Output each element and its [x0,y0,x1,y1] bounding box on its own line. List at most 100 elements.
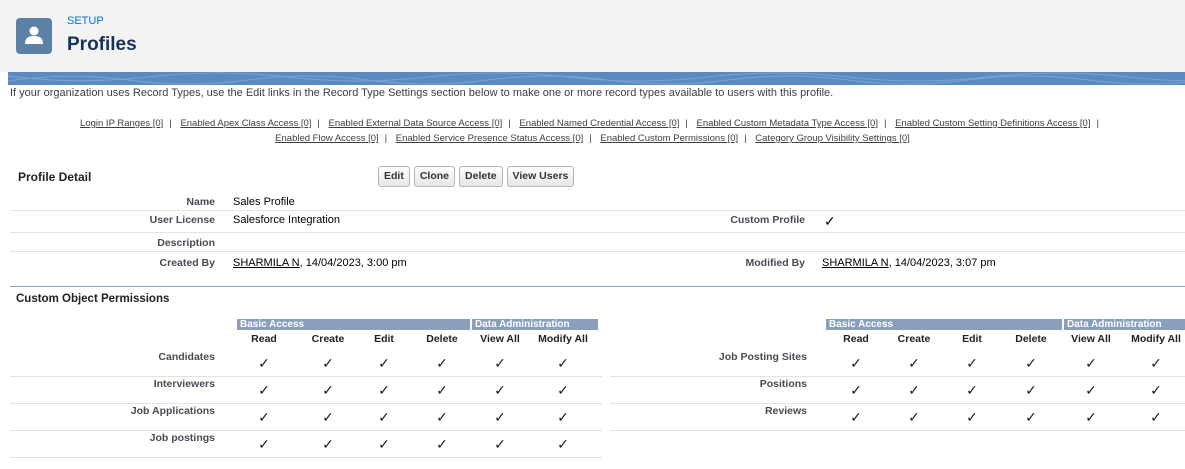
link-service-presence-status-access[interactable]: Enabled Service Presence Status Access [… [396,133,583,144]
row-divider [610,376,1185,377]
clone-button[interactable]: Clone [413,166,456,187]
object-row-label: Interviewers [153,378,215,390]
basic-access-header-left: Basic Access [237,319,470,330]
page-title: Profiles [67,34,137,55]
column-header-right: Create [897,333,931,345]
permission-checkmark-icon: ✓ [258,409,270,425]
permission-checkmark-icon: ✓ [850,382,862,398]
link-login-ip-ranges[interactable]: Login IP Ranges [0] [80,118,163,129]
permission-checkmark-icon: ✓ [436,382,448,398]
permission-checkmark-icon: ✓ [436,355,448,371]
object-row-label: Positions [759,378,807,390]
delete-button[interactable]: Delete [459,166,503,187]
permission-checkmark-icon: ✓ [1085,355,1097,371]
profile-detail-title: Profile Detail [18,170,92,184]
link-category-group-visibility[interactable]: Category Group Visibility Settings [0] [755,133,910,144]
link-flow-access[interactable]: Enabled Flow Access [0] [275,133,379,144]
permission-checkmark-icon: ✓ [322,355,334,371]
modified-by-date: , 14/04/2023, 3:07 pm [888,257,996,269]
column-header-left: Delete [426,333,458,345]
object-row-label: Job Posting Sites [718,351,807,363]
link-custom-metadata-type-access[interactable]: Enabled Custom Metadata Type Access [0] [697,118,878,129]
link-separator: | [169,118,172,129]
column-header-left: Edit [374,333,394,345]
record-types-info: If your organization uses Record Types, … [10,87,834,99]
permission-checkmark-icon: ✓ [557,436,569,452]
link-custom-permissions[interactable]: Enabled Custom Permissions [0] [600,133,738,144]
edit-button[interactable]: Edit [378,166,410,187]
object-row-label: Reviews [764,405,807,417]
row-divider [10,376,602,377]
link-separator: | [508,118,511,129]
permission-checkmark-icon: ✓ [1085,409,1097,425]
decorative-banner [8,72,1185,85]
created-by-value: SHARMILA N, 14/04/2023, 3:00 pm [233,257,407,269]
column-header-left: Create [311,333,345,345]
data-administration-header-left: Data Administration [472,319,598,330]
permission-checkmark-icon: ✓ [378,382,390,398]
permission-checkmark-icon: ✓ [557,382,569,398]
related-links-row-1: Login IP Ranges [0] | Enabled Apex Class … [0,118,1185,129]
object-row-label: Job Applications [130,405,215,417]
created-by-user-link[interactable]: SHARMILA N [233,257,300,269]
permission-checkmark-icon: ✓ [494,382,506,398]
custom-object-permissions-title: Custom Object Permissions [16,293,170,305]
permission-checkmark-icon: ✓ [1150,409,1162,425]
related-links-row-2: Enabled Flow Access [0] | Enabled Service… [0,133,1185,144]
permission-checkmark-icon: ✓ [494,409,506,425]
link-separator: | [589,133,592,144]
permission-checkmark-icon: ✓ [1025,409,1037,425]
created-by-label: Created By [159,257,215,269]
setup-breadcrumb[interactable]: SETUP [67,15,104,27]
custom-profile-checkmark-icon: ✓ [824,213,836,229]
link-separator: | [883,118,887,129]
column-header-right: Edit [962,333,982,345]
column-header-left: Modify All [538,333,588,345]
link-separator: | [1096,118,1099,129]
permission-checkmark-icon: ✓ [258,436,270,452]
permission-checkmark-icon: ✓ [436,409,448,425]
permission-checkmark-icon: ✓ [494,436,506,452]
description-label: Description [157,237,215,249]
custom-profile-label: Custom Profile [730,214,805,226]
column-header-right: View All [1071,333,1111,345]
column-header-left: View All [480,333,520,345]
name-label: Name [186,196,215,208]
profile-detail-buttons: Edit Clone Delete View Users [378,166,575,187]
data-administration-header-right: Data Administration [1064,319,1185,330]
permission-checkmark-icon: ✓ [436,436,448,452]
link-separator: | [384,133,388,144]
column-header-right: Read [843,333,869,345]
permission-checkmark-icon: ✓ [908,382,920,398]
link-apex-class-access[interactable]: Enabled Apex Class Access [0] [180,118,311,129]
permission-checkmark-icon: ✓ [557,409,569,425]
user-icon [16,18,52,54]
column-header-right: Modify All [1131,333,1181,345]
modified-by-label: Modified By [745,257,806,269]
permission-checkmark-icon: ✓ [966,355,978,371]
modified-by-value: SHARMILA N, 14/04/2023, 3:07 pm [822,257,996,269]
page-header: SETUP Profiles [0,0,1185,72]
link-external-data-source-access[interactable]: Enabled External Data Source Access [0] [329,118,503,129]
row-divider [610,430,1185,431]
permission-checkmark-icon: ✓ [378,355,390,371]
permission-checkmark-icon: ✓ [966,382,978,398]
link-custom-setting-definitions-access[interactable]: Enabled Custom Setting Definitions Acces… [895,118,1090,129]
row-divider [610,403,1185,404]
object-row-label: Job postings [149,432,215,444]
modified-by-user-link[interactable]: SHARMILA N [822,257,889,269]
view-users-button[interactable]: View Users [506,166,575,187]
column-header-right: Delete [1015,333,1047,345]
name-value: Sales Profile [233,196,295,208]
permission-checkmark-icon: ✓ [1150,382,1162,398]
row-divider [10,232,1185,233]
permission-checkmark-icon: ✓ [322,409,334,425]
user-license-value: Salesforce Integration [233,214,341,226]
link-separator: | [685,118,688,129]
permission-checkmark-icon: ✓ [850,355,862,371]
row-divider [10,430,602,431]
link-named-credential-access[interactable]: Enabled Named Credential Access [0] [519,118,679,129]
permission-checkmark-icon: ✓ [1025,382,1037,398]
created-by-date: , 14/04/2023, 3:00 pm [299,257,407,269]
permission-checkmark-icon: ✓ [1085,382,1097,398]
